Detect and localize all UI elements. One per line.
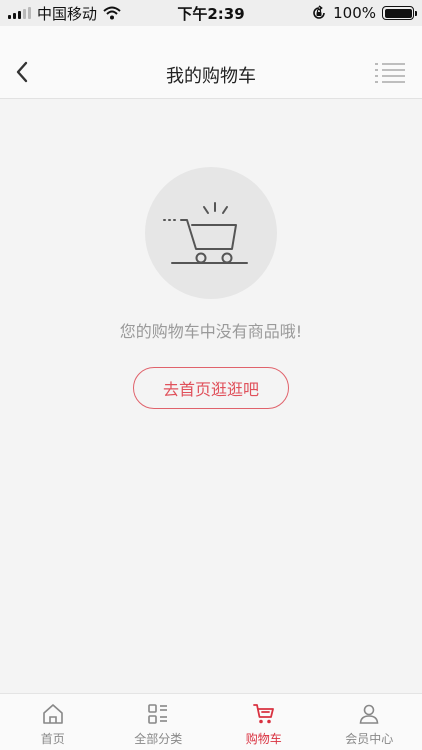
user-icon — [359, 704, 379, 724]
cart-icon — [252, 704, 274, 724]
menu-button[interactable] — [374, 60, 406, 86]
orientation-lock-icon — [313, 5, 325, 19]
battery-percent: 100% — [333, 4, 376, 22]
status-bar: 中国移动 下午2:39 100% — [0, 0, 422, 26]
battery-icon — [382, 6, 417, 20]
tab-cart-label: 购物车 — [245, 732, 282, 746]
category-icon — [148, 704, 168, 724]
status-right: 100% — [311, 4, 417, 22]
shopping-cart-icon — [163, 202, 248, 264]
carrier-name: 中国移动 — [37, 4, 98, 23]
page-title: 我的购物车 — [166, 66, 256, 87]
tab-bar: 首页 全部分类 购物车 会员中心 — [0, 693, 422, 750]
tab-home-label: 首页 — [40, 732, 65, 746]
nav-bar: 我的购物车 — [0, 26, 422, 99]
list-menu-icon — [375, 63, 405, 83]
tab-member[interactable]: 会员中心 — [317, 694, 422, 750]
empty-cart-illustration — [145, 167, 277, 299]
tab-cart[interactable]: 购物车 — [211, 694, 317, 750]
tab-home[interactable]: 首页 — [0, 694, 106, 750]
wifi-icon — [103, 6, 121, 20]
home-icon — [42, 704, 63, 724]
go-home-button[interactable]: 去首页逛逛吧 — [133, 367, 289, 409]
tab-categories-label: 全部分类 — [134, 732, 183, 746]
signal-icon — [8, 7, 31, 19]
empty-cart-message: 您的购物车中没有商品哦! — [119, 322, 303, 341]
tab-categories[interactable]: 全部分类 — [106, 694, 212, 750]
status-left: 中国移动 — [8, 3, 121, 24]
tab-member-label: 会员中心 — [345, 732, 394, 746]
